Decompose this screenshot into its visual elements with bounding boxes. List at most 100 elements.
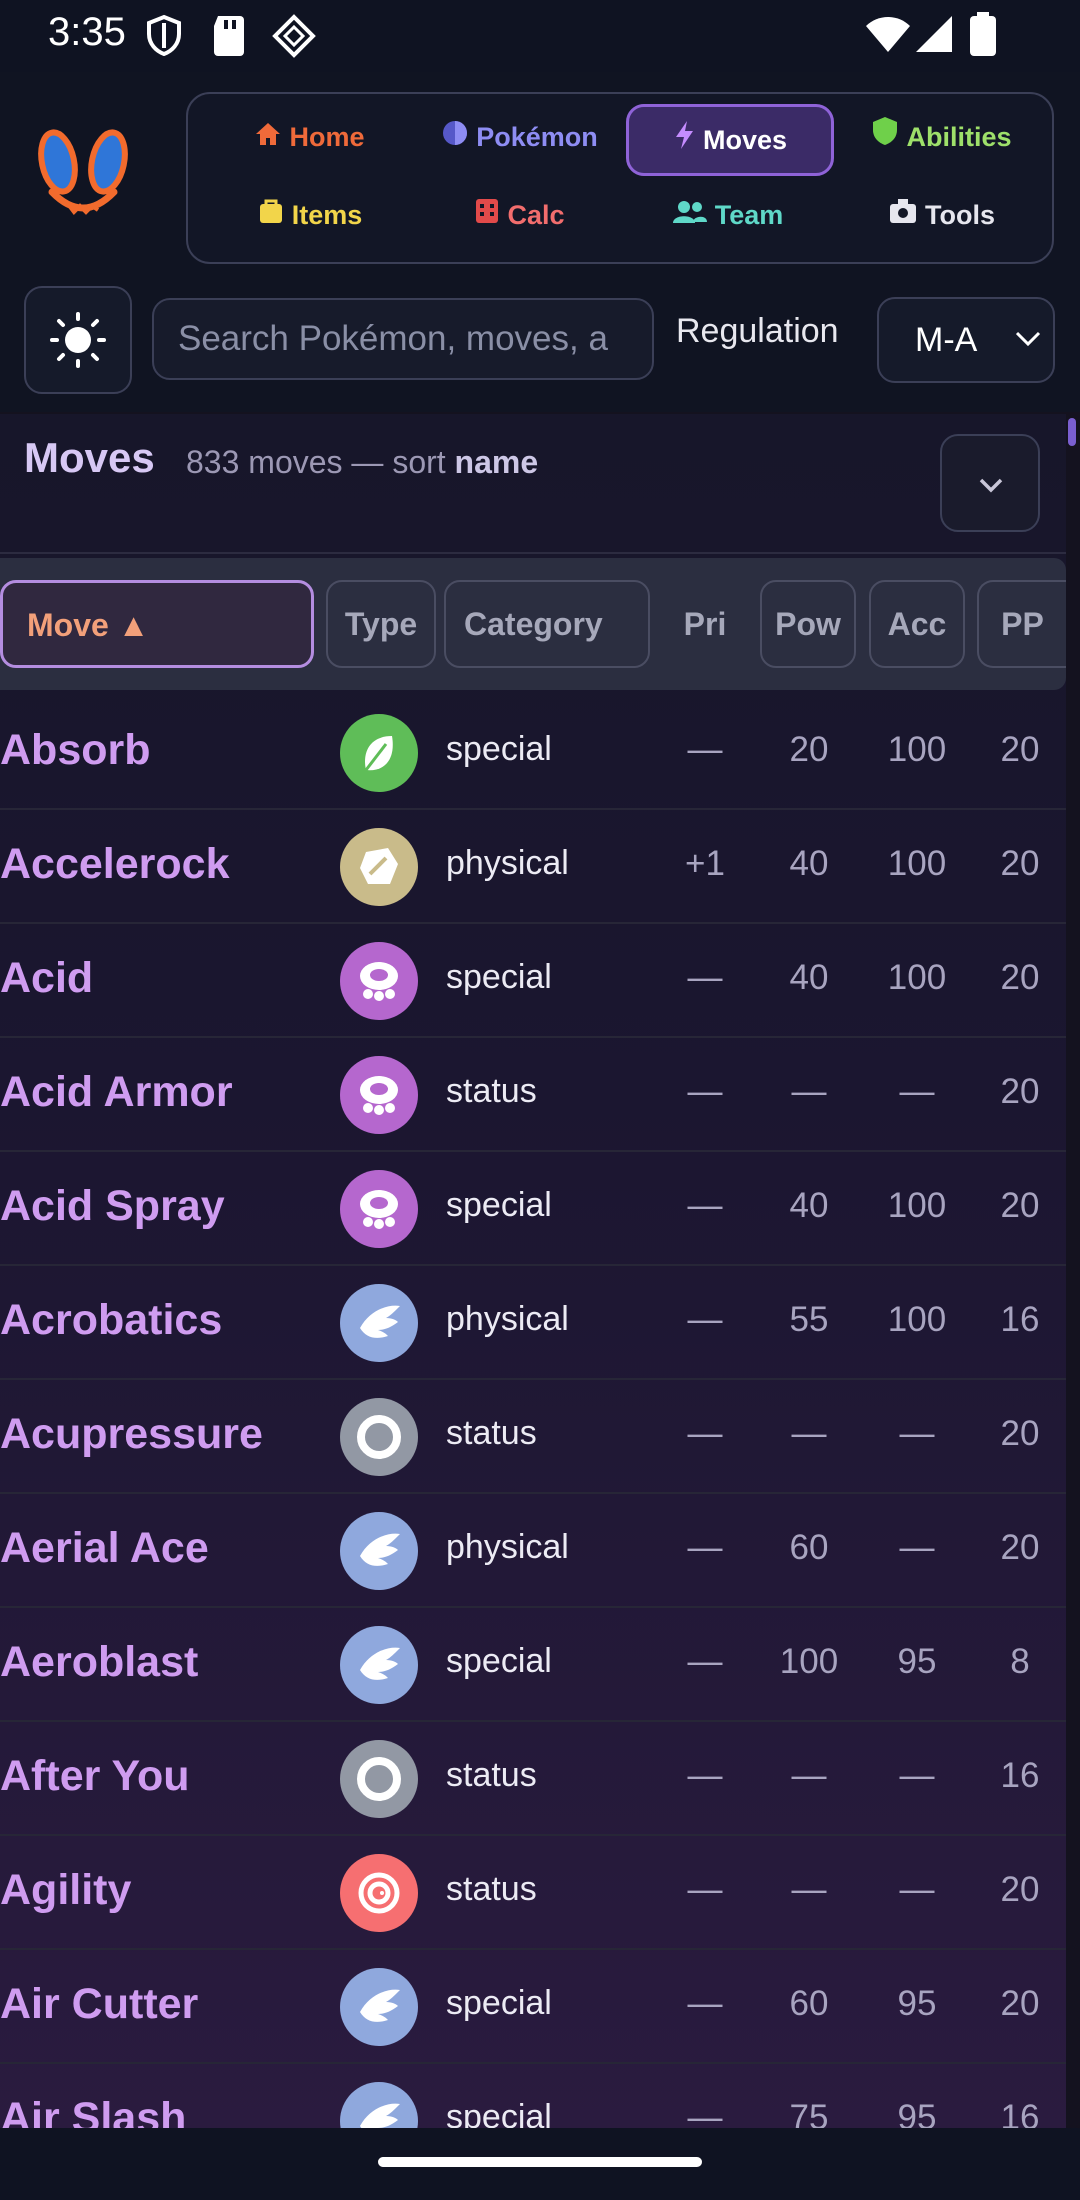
nav-tools[interactable]: Tools <box>840 184 1044 246</box>
move-accuracy: 100 <box>887 1300 947 1339</box>
move-accuracy: 100 <box>887 844 947 883</box>
nav-team[interactable]: Team <box>626 184 830 246</box>
move-accuracy: — <box>899 1414 935 1453</box>
move-pp: 20 <box>1000 1414 1040 1453</box>
moves-title: Moves <box>24 434 155 481</box>
flying-type-icon <box>340 1512 418 1590</box>
sort-key: name <box>454 444 539 480</box>
column-header-pow[interactable]: Pow <box>760 580 856 668</box>
column-header-category[interactable]: Category <box>444 580 650 668</box>
cellular-signal-icon <box>916 16 952 52</box>
move-accuracy: — <box>899 1756 935 1795</box>
table-row[interactable]: Acid Spray special — 40 100 20 <box>0 1152 1066 1266</box>
move-name[interactable]: Agility <box>0 1866 131 1915</box>
move-accuracy: 95 <box>897 1642 937 1681</box>
move-pp: 16 <box>1000 2098 1040 2128</box>
move-priority: — <box>687 1186 723 1225</box>
nav-abilities-label: Abilities <box>906 122 1012 152</box>
move-name[interactable]: Acupressure <box>0 1410 263 1459</box>
table-row[interactable]: Absorb special — 20 100 20 <box>0 696 1066 810</box>
move-name[interactable]: Air Slash <box>0 2094 186 2128</box>
nav-items[interactable]: Items <box>208 184 412 246</box>
table-row[interactable]: Aeroblast special — 100 95 8 <box>0 1608 1066 1722</box>
move-category: special <box>446 2098 552 2128</box>
poison-type-icon <box>340 1056 418 1134</box>
collapse-button[interactable] <box>940 434 1040 532</box>
calculator-icon <box>476 199 499 223</box>
table-row[interactable]: Acid Armor status — — — 20 <box>0 1038 1066 1152</box>
move-category: status <box>446 1072 537 1110</box>
move-name[interactable]: Air Cutter <box>0 1980 198 2029</box>
move-category: special <box>446 1186 552 1224</box>
theme-toggle-button[interactable] <box>24 286 132 394</box>
table-header: Move ▲ Type Category Pri Pow Acc PP <box>0 558 1066 690</box>
move-pp: 20 <box>1000 730 1040 769</box>
home-icon <box>256 123 281 145</box>
move-name[interactable]: Absorb <box>0 726 151 775</box>
nav-calc[interactable]: Calc <box>418 184 622 246</box>
flying-type-icon <box>340 2082 418 2128</box>
move-power: 40 <box>789 1186 829 1225</box>
move-pp: 8 <box>1010 1642 1030 1681</box>
table-row[interactable]: Aerial Ace physical — 60 — 20 <box>0 1494 1066 1608</box>
move-priority: — <box>687 1984 723 2023</box>
move-power: 100 <box>779 1642 839 1681</box>
move-pp: 20 <box>1000 1528 1040 1567</box>
move-priority: — <box>687 1414 723 1453</box>
regulation-select[interactable]: M-A <box>877 297 1055 383</box>
move-pp: 16 <box>1000 1756 1040 1795</box>
table-row[interactable]: After You status — — — 16 <box>0 1722 1066 1836</box>
nav-home[interactable]: Home <box>208 106 412 168</box>
grass-type-icon <box>340 714 418 792</box>
move-power: 40 <box>789 958 829 997</box>
nav-pokemon[interactable]: Pokémon <box>418 106 622 168</box>
nav-moves[interactable]: Moves <box>626 104 834 176</box>
gesture-handle[interactable] <box>378 2157 702 2167</box>
move-priority: — <box>687 1870 723 1909</box>
move-pp: 20 <box>1000 1870 1040 1909</box>
app-logo[interactable] <box>28 120 138 230</box>
regulation-label: Regulation <box>676 312 839 350</box>
move-name[interactable]: Acid Spray <box>0 1182 225 1231</box>
search-input[interactable] <box>152 298 654 380</box>
move-name[interactable]: After You <box>0 1752 190 1801</box>
pokeball-icon <box>443 121 468 145</box>
table-row[interactable]: Acid special — 40 100 20 <box>0 924 1066 1038</box>
table-row[interactable]: Air Slash special — 75 95 16 <box>0 2064 1066 2128</box>
table-row[interactable]: Acrobatics physical — 55 100 16 <box>0 1266 1066 1380</box>
table-row[interactable]: Agility status — — — 20 <box>0 1836 1066 1950</box>
nav-pokemon-label: Pokémon <box>476 122 598 152</box>
move-name[interactable]: Accelerock <box>0 840 230 889</box>
column-header-acc[interactable]: Acc <box>869 580 965 668</box>
table-row[interactable]: Accelerock physical +1 40 100 20 <box>0 810 1066 924</box>
column-header-type[interactable]: Type <box>326 580 436 668</box>
chevron-down-icon <box>979 478 1003 493</box>
move-name[interactable]: Acrobatics <box>0 1296 222 1345</box>
move-name[interactable]: Acid Armor <box>0 1068 233 1117</box>
column-header-pri[interactable]: Pri <box>662 580 748 668</box>
move-power: 60 <box>789 1528 829 1567</box>
move-name[interactable]: Aeroblast <box>0 1638 198 1687</box>
moves-count: 833 moves — sort name <box>186 444 538 481</box>
moves-section-header: Moves 833 moves — sort name <box>0 414 1066 554</box>
move-accuracy: 95 <box>897 2098 937 2128</box>
moves-panel[interactable]: Moves 833 moves — sort name Move ▲ Type … <box>0 414 1066 2128</box>
nav-moves-label: Moves <box>702 125 788 155</box>
move-power: 20 <box>789 730 829 769</box>
table-row[interactable]: Acupressure status — — — 20 <box>0 1380 1066 1494</box>
normal-type-icon <box>340 1740 418 1818</box>
move-accuracy: — <box>899 1072 935 1111</box>
move-name[interactable]: Aerial Ace <box>0 1524 209 1573</box>
nav-tools-label: Tools <box>925 200 995 230</box>
scrollbar-thumb[interactable] <box>1068 418 1076 446</box>
table-row[interactable]: Air Cutter special — 60 95 20 <box>0 1950 1066 2064</box>
move-name[interactable]: Acid <box>0 954 93 1003</box>
move-category: special <box>446 1642 552 1680</box>
move-power: 60 <box>789 1984 829 2023</box>
nav-abilities[interactable]: Abilities <box>840 106 1044 168</box>
wifi-icon <box>866 17 910 52</box>
column-header-move[interactable]: Move ▲ <box>0 580 314 668</box>
move-pp: 16 <box>1000 1300 1040 1339</box>
column-header-pp[interactable]: PP <box>977 580 1066 668</box>
nav-items-label: Items <box>291 200 363 230</box>
